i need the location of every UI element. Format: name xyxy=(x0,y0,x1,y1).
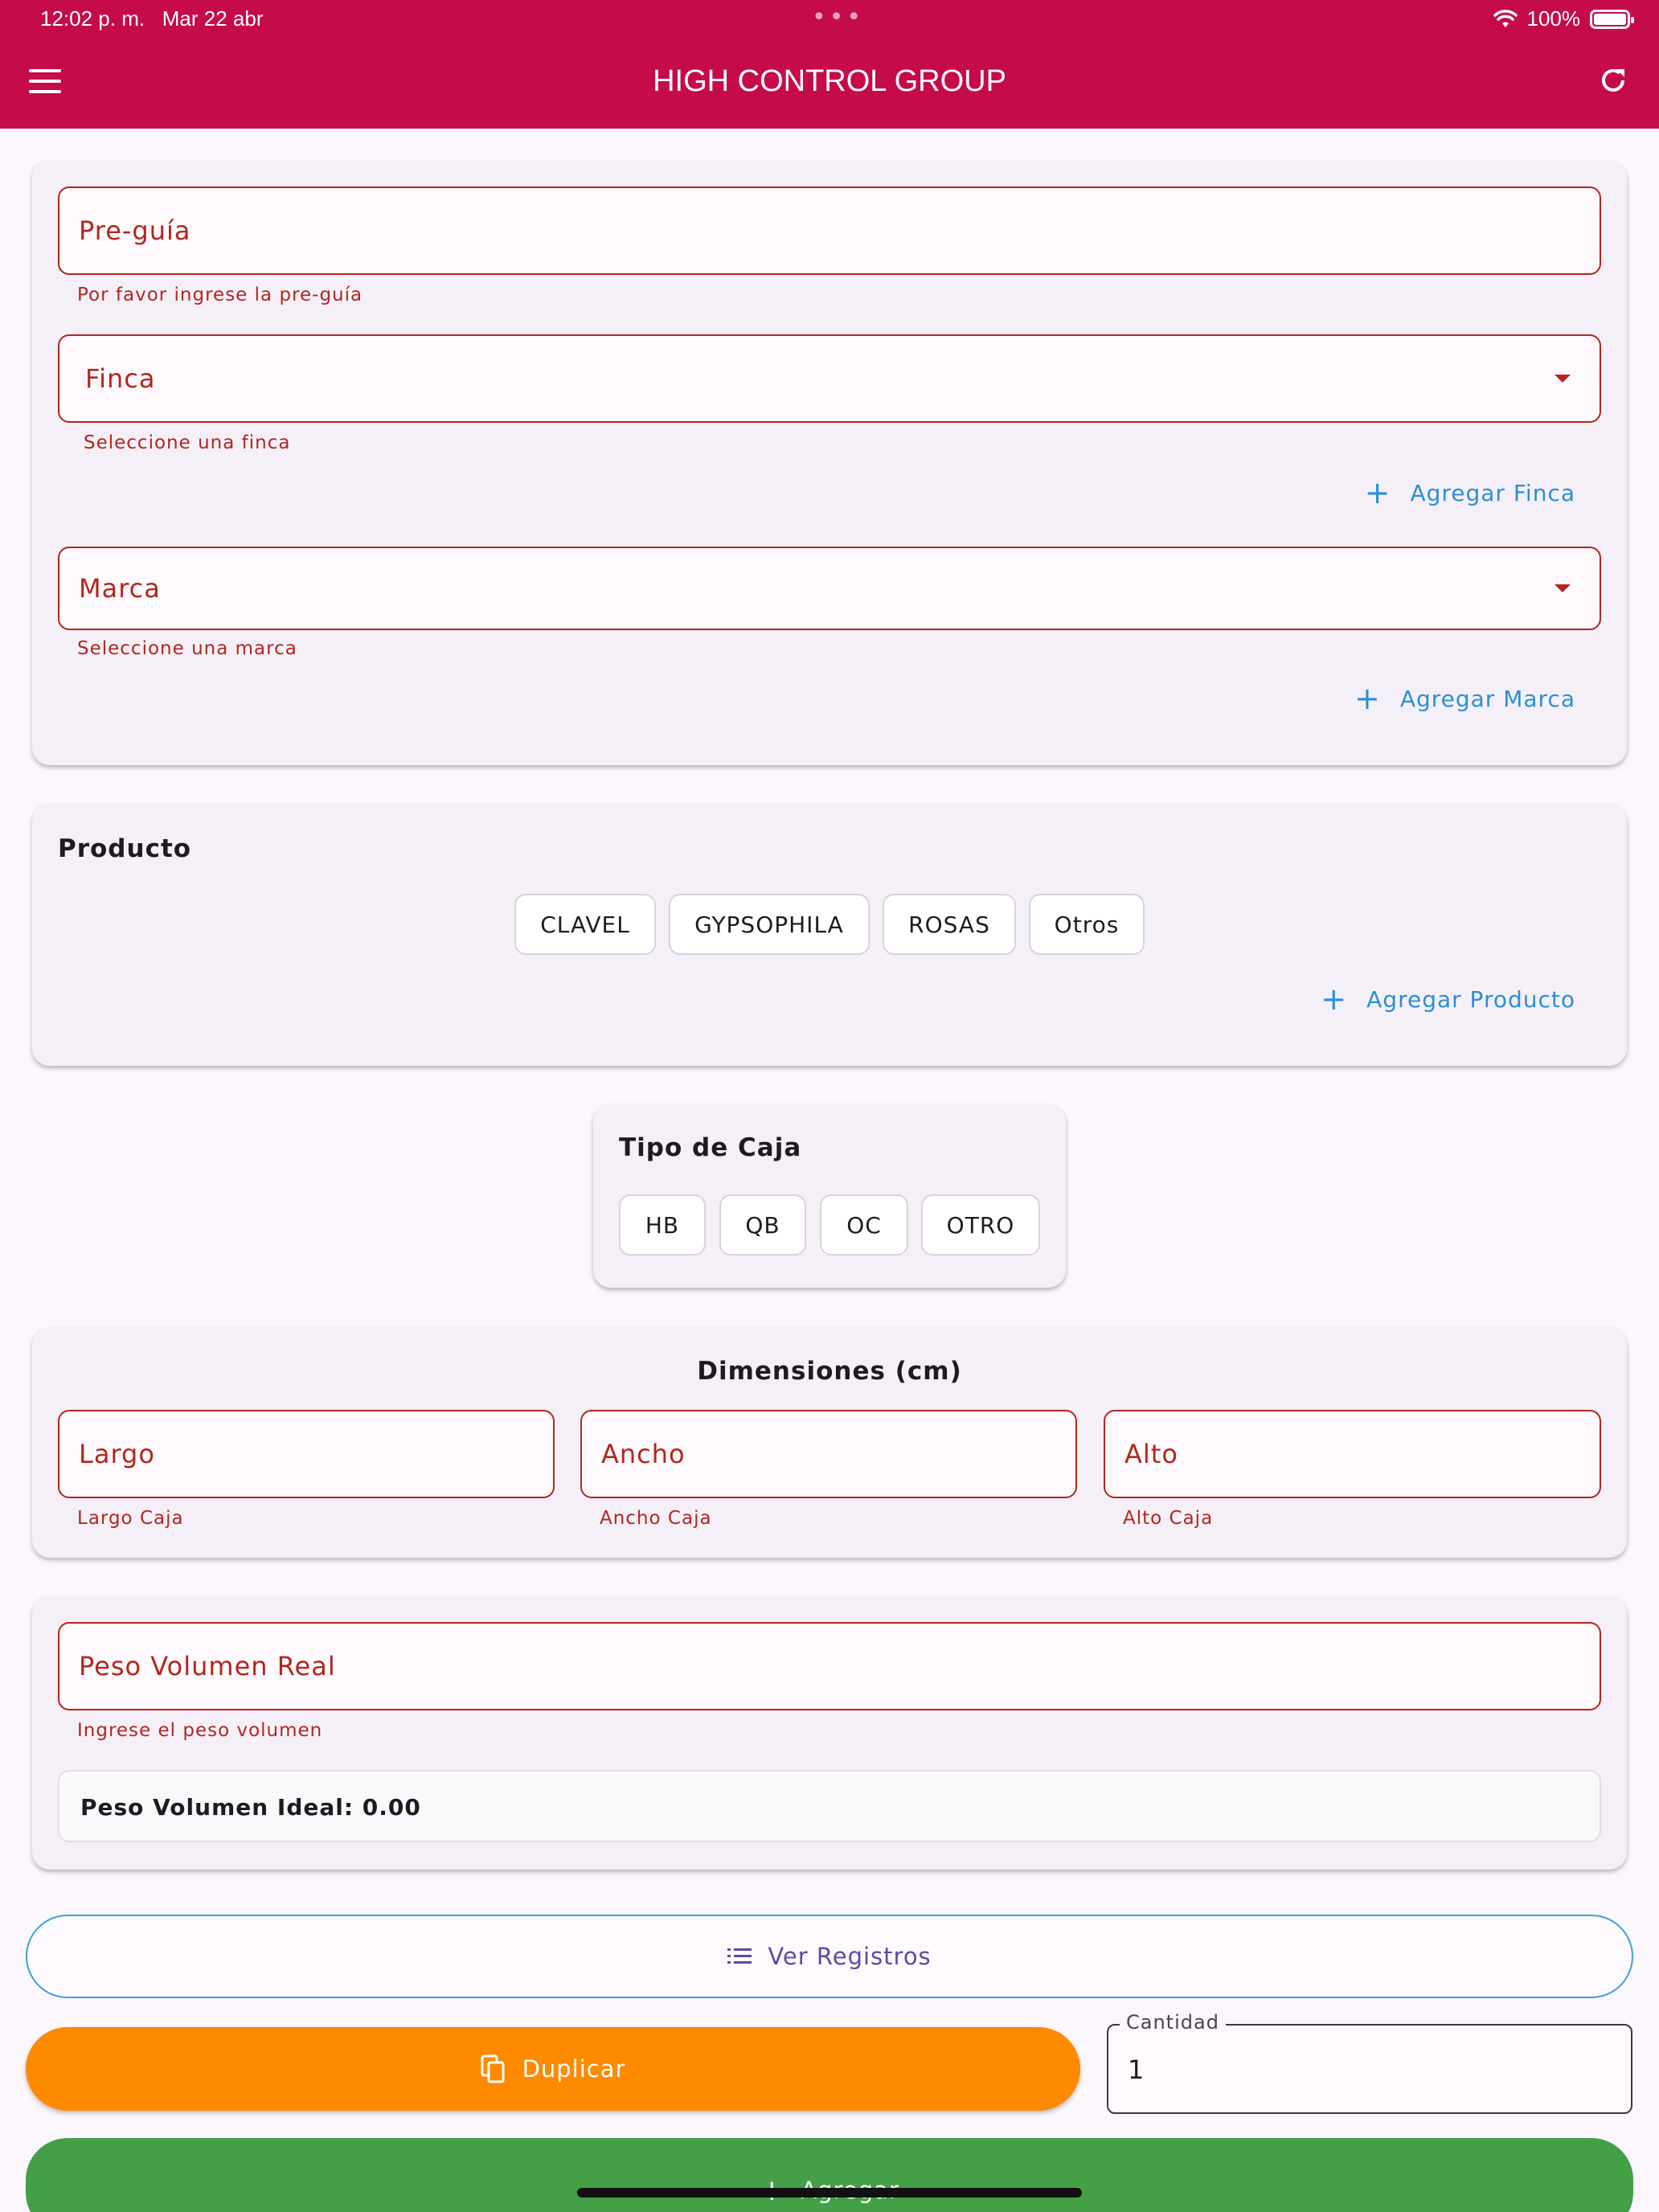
add-finca-label: Agregar Finca xyxy=(1410,479,1575,506)
caja-chip-hb[interactable]: HB xyxy=(619,1194,706,1256)
home-indicator[interactable] xyxy=(577,2188,1082,2198)
producto-chip-rosas[interactable]: ROSAS xyxy=(883,894,1016,955)
producto-title: Producto xyxy=(58,834,192,863)
plus-icon: + xyxy=(1354,681,1381,716)
add-marca-label: Agregar Marca xyxy=(1399,685,1575,712)
alto-input[interactable]: Alto xyxy=(1104,1410,1601,1498)
status-time-text: 12:02 p. m. xyxy=(40,6,145,31)
add-producto-label: Agregar Producto xyxy=(1366,985,1575,1013)
ancho-label: Ancho xyxy=(601,1439,686,1469)
producto-chip-otros[interactable]: Otros xyxy=(1029,894,1145,955)
add-finca-button[interactable]: + Agregar Finca xyxy=(1365,477,1575,508)
ancho-input[interactable]: Ancho xyxy=(580,1410,1077,1498)
largo-label: Largo xyxy=(79,1439,155,1469)
alto-helper: Alto Caja xyxy=(1123,1508,1214,1529)
battery-percent: 100% xyxy=(1526,6,1581,31)
producto-chip-gypsophila[interactable]: GYPSOPHILA xyxy=(669,894,870,955)
dimensiones-title: Dimensiones (cm) xyxy=(697,1357,962,1386)
agregar-button[interactable]: + Agregar xyxy=(26,2138,1633,2212)
pre-guia-helper: Por favor ingrese la pre-guía xyxy=(77,285,363,305)
plus-icon: + xyxy=(1364,475,1391,510)
caja-chip-otro[interactable]: OTRO xyxy=(921,1194,1040,1256)
status-date-text: Mar 22 abr xyxy=(162,6,264,31)
refresh-icon-glyph xyxy=(1602,68,1624,92)
finca-helper: Seleccione una finca xyxy=(84,432,291,453)
ver-registros-label: Ver Registros xyxy=(768,1943,932,1970)
producto-chip-clavel[interactable]: CLAVEL xyxy=(514,894,656,955)
caja-chip-oc[interactable]: OC xyxy=(820,1194,908,1256)
peso-real-helper: Ingrese el peso volumen xyxy=(77,1720,323,1741)
cantidad-label: Cantidad xyxy=(1120,2011,1226,2034)
pre-guia-input[interactable]: Pre-guía xyxy=(58,186,1601,275)
app-title: HIGH CONTROL GROUP xyxy=(653,64,1006,98)
finca-dropdown[interactable]: Finca xyxy=(58,334,1601,423)
status-time: 12:02 p. m. Mar 22 abr xyxy=(40,6,263,31)
marca-helper: Seleccione una marca xyxy=(77,638,297,659)
marca-dropdown[interactable]: Marca xyxy=(58,547,1601,630)
peso-ideal-box: Peso Volumen Ideal: 0.00 xyxy=(58,1770,1601,1842)
dropdown-arrow-icon xyxy=(1555,375,1571,383)
caja-chip-qb[interactable]: QB xyxy=(719,1194,806,1256)
battery-icon xyxy=(1590,9,1634,29)
add-marca-button[interactable]: + Agregar Marca xyxy=(1354,683,1575,714)
finca-label: Finca xyxy=(85,363,156,394)
ver-registros-button[interactable]: Ver Registros xyxy=(26,1915,1633,1998)
pre-guia-label: Pre-guía xyxy=(79,215,191,246)
cantidad-input[interactable]: Cantidad 1 xyxy=(1107,2011,1632,2114)
refresh-icon[interactable] xyxy=(1595,64,1632,101)
wifi-icon xyxy=(1493,9,1518,27)
tipo-caja-title: Tipo de Caja xyxy=(619,1133,802,1162)
copy-icon xyxy=(481,2054,505,2083)
plus-icon: + xyxy=(1321,981,1348,1017)
peso-real-input[interactable]: Peso Volumen Real xyxy=(58,1622,1601,1710)
duplicar-label: Duplicar xyxy=(522,2055,626,2083)
marca-label: Marca xyxy=(79,573,161,604)
multitask-dots[interactable]: ••• xyxy=(812,3,864,31)
peso-ideal-text: Peso Volumen Ideal: 0.00 xyxy=(80,1794,421,1821)
cantidad-value: 1 xyxy=(1128,2054,1145,2085)
status-right: 100% xyxy=(1493,6,1634,31)
largo-helper: Largo Caja xyxy=(77,1508,184,1529)
peso-real-label: Peso Volumen Real xyxy=(79,1651,336,1682)
add-producto-button[interactable]: + Agregar Producto xyxy=(1321,984,1575,1014)
dropdown-arrow-icon xyxy=(1555,584,1571,592)
list-icon xyxy=(727,1948,752,1964)
ancho-helper: Ancho Caja xyxy=(600,1508,712,1529)
alto-label: Alto xyxy=(1124,1439,1178,1469)
duplicar-button[interactable]: Duplicar xyxy=(26,2027,1080,2111)
largo-input[interactable]: Largo xyxy=(58,1410,555,1498)
